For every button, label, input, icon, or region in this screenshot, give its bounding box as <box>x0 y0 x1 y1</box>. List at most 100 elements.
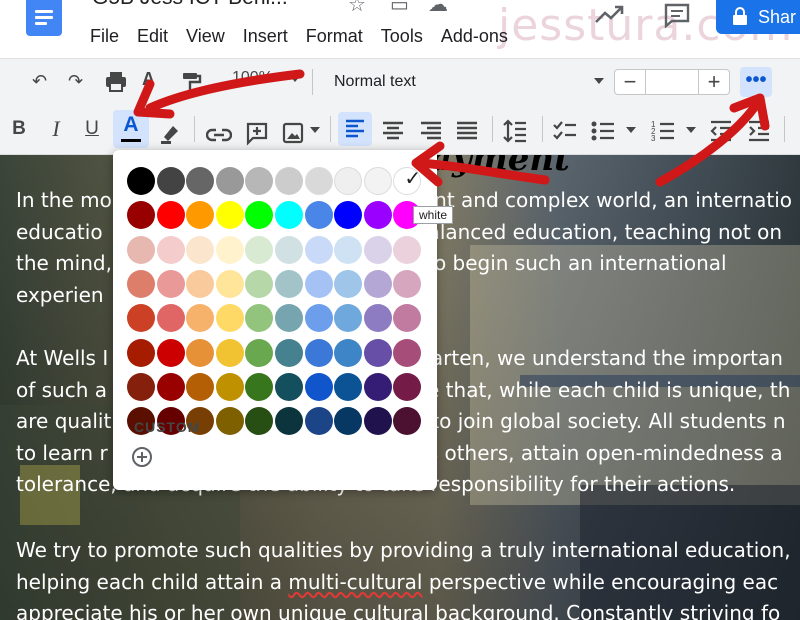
color-swatch[interactable] <box>127 201 155 230</box>
color-swatch[interactable] <box>363 407 392 436</box>
redo-icon[interactable]: ↷ <box>68 71 83 92</box>
add-custom-color-icon[interactable] <box>131 446 153 468</box>
color-swatch[interactable] <box>245 201 274 230</box>
color-swatch[interactable] <box>304 235 333 264</box>
underline-button[interactable]: U <box>81 114 103 144</box>
color-swatch[interactable] <box>275 304 303 333</box>
color-swatch[interactable] <box>393 407 422 436</box>
bold-button[interactable]: B <box>8 114 30 144</box>
menu-view[interactable]: View <box>186 25 234 47</box>
color-swatch[interactable] <box>363 372 392 401</box>
color-swatch[interactable] <box>127 269 155 298</box>
star-icon[interactable]: ☆ <box>348 0 366 17</box>
bulleted-list-icon[interactable] <box>590 116 616 146</box>
menu-file[interactable]: File <box>90 25 128 47</box>
align-right-icon[interactable] <box>418 116 444 146</box>
color-swatch[interactable] <box>334 201 363 230</box>
decrease-font-size-button[interactable]: − <box>615 70 646 94</box>
color-swatch[interactable] <box>215 407 244 436</box>
color-swatch[interactable] <box>127 338 155 367</box>
color-swatch[interactable] <box>215 338 244 367</box>
color-swatch[interactable] <box>334 338 363 367</box>
color-swatch[interactable] <box>127 167 155 195</box>
color-swatch[interactable] <box>215 167 244 195</box>
color-swatch[interactable] <box>245 269 274 298</box>
italic-button[interactable]: I <box>45 114 67 144</box>
color-swatch[interactable] <box>215 269 244 298</box>
print-icon[interactable] <box>104 71 128 93</box>
text-color-button[interactable]: A <box>113 110 149 148</box>
color-swatch[interactable] <box>275 235 303 264</box>
color-swatch[interactable] <box>363 304 392 333</box>
color-swatch[interactable] <box>215 235 244 264</box>
color-swatch[interactable] <box>334 304 363 333</box>
align-left-button[interactable] <box>338 112 372 146</box>
color-swatch[interactable] <box>156 235 185 264</box>
color-swatch[interactable] <box>215 201 244 230</box>
color-swatch[interactable] <box>275 201 303 230</box>
color-swatch[interactable] <box>363 269 392 298</box>
color-swatch[interactable] <box>304 304 333 333</box>
color-swatch[interactable] <box>304 201 333 230</box>
color-swatch[interactable] <box>393 304 422 333</box>
paragraph-style-select[interactable]: Normal text <box>322 67 608 97</box>
menu-insert[interactable]: Insert <box>243 25 297 47</box>
numbered-caret-icon[interactable] <box>686 127 696 133</box>
color-swatch[interactable]: ✓ <box>393 167 422 195</box>
color-swatch[interactable] <box>393 235 422 264</box>
move-folder-icon[interactable]: ▭ <box>390 0 409 17</box>
color-swatch[interactable] <box>245 338 274 367</box>
menu-tools[interactable]: Tools <box>381 25 432 47</box>
color-swatch[interactable] <box>275 167 303 195</box>
line-spacing-icon[interactable] <box>502 116 528 146</box>
more-options-button[interactable]: ••• <box>740 67 772 97</box>
color-swatch[interactable] <box>186 304 215 333</box>
justify-icon[interactable] <box>454 116 480 146</box>
share-button[interactable]: Shar <box>716 0 800 34</box>
align-center-icon[interactable] <box>380 116 406 146</box>
color-swatch[interactable] <box>363 167 392 195</box>
color-swatch[interactable] <box>186 235 215 264</box>
color-swatch[interactable] <box>215 372 244 401</box>
color-swatch[interactable] <box>156 338 185 367</box>
menu-edit[interactable]: Edit <box>137 25 177 47</box>
color-swatch[interactable] <box>393 338 422 367</box>
color-swatch[interactable] <box>334 269 363 298</box>
menu-add-ons[interactable]: Add-ons <box>441 25 517 47</box>
color-swatch[interactable] <box>304 269 333 298</box>
spellcheck-icon[interactable]: A <box>142 69 155 90</box>
activity-trend-icon[interactable] <box>594 4 626 26</box>
color-swatch[interactable] <box>275 372 303 401</box>
add-comment-icon[interactable] <box>246 118 268 148</box>
color-swatch[interactable] <box>334 167 363 195</box>
zoom-select[interactable]: 100% <box>232 69 302 95</box>
color-swatch[interactable] <box>186 372 215 401</box>
increase-indent-icon[interactable] <box>746 116 772 146</box>
insert-link-icon[interactable] <box>206 120 232 150</box>
color-swatch[interactable] <box>275 338 303 367</box>
color-swatch[interactable] <box>304 167 333 195</box>
cloud-status-icon[interactable]: ☁ <box>428 0 448 17</box>
color-swatch[interactable] <box>156 372 185 401</box>
highlight-color-icon[interactable] <box>158 118 182 148</box>
color-swatch[interactable] <box>304 372 333 401</box>
color-swatch[interactable] <box>275 269 303 298</box>
color-swatch[interactable] <box>393 372 422 401</box>
color-swatch[interactable] <box>304 338 333 367</box>
docs-logo-icon[interactable] <box>26 0 62 36</box>
color-swatch[interactable] <box>363 338 392 367</box>
color-swatch[interactable] <box>156 269 185 298</box>
color-swatch[interactable] <box>127 304 155 333</box>
numbered-list-icon[interactable]: 1 2 3 <box>650 116 676 146</box>
color-swatch[interactable] <box>156 201 185 230</box>
color-swatch[interactable] <box>186 269 215 298</box>
misspelled-word[interactable]: multi-cultural <box>288 570 422 594</box>
color-swatch[interactable] <box>363 235 392 264</box>
decrease-indent-icon[interactable] <box>708 116 734 146</box>
color-swatch[interactable] <box>156 304 185 333</box>
color-swatch[interactable] <box>215 304 244 333</box>
color-swatch[interactable] <box>127 235 155 264</box>
color-swatch[interactable] <box>304 407 333 436</box>
color-swatch[interactable] <box>186 338 215 367</box>
color-swatch[interactable] <box>334 235 363 264</box>
